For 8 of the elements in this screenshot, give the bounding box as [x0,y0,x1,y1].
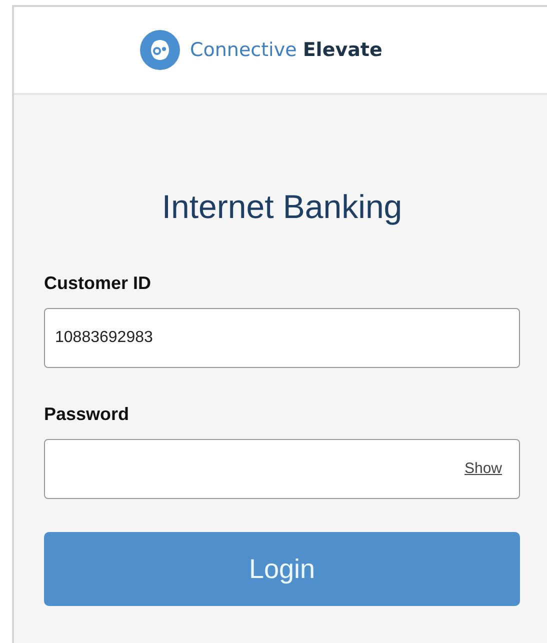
show-password-link[interactable]: Show [464,460,502,477]
brand-name: Connective Elevate [190,39,382,61]
password-field[interactable] [44,439,520,499]
logo-icon [140,30,180,70]
field-label: Password [44,404,130,425]
customer-id-field[interactable]: 10883692983 [44,308,520,368]
page-title: Internet Banking [160,188,404,227]
field-label: Customer ID [44,273,152,294]
